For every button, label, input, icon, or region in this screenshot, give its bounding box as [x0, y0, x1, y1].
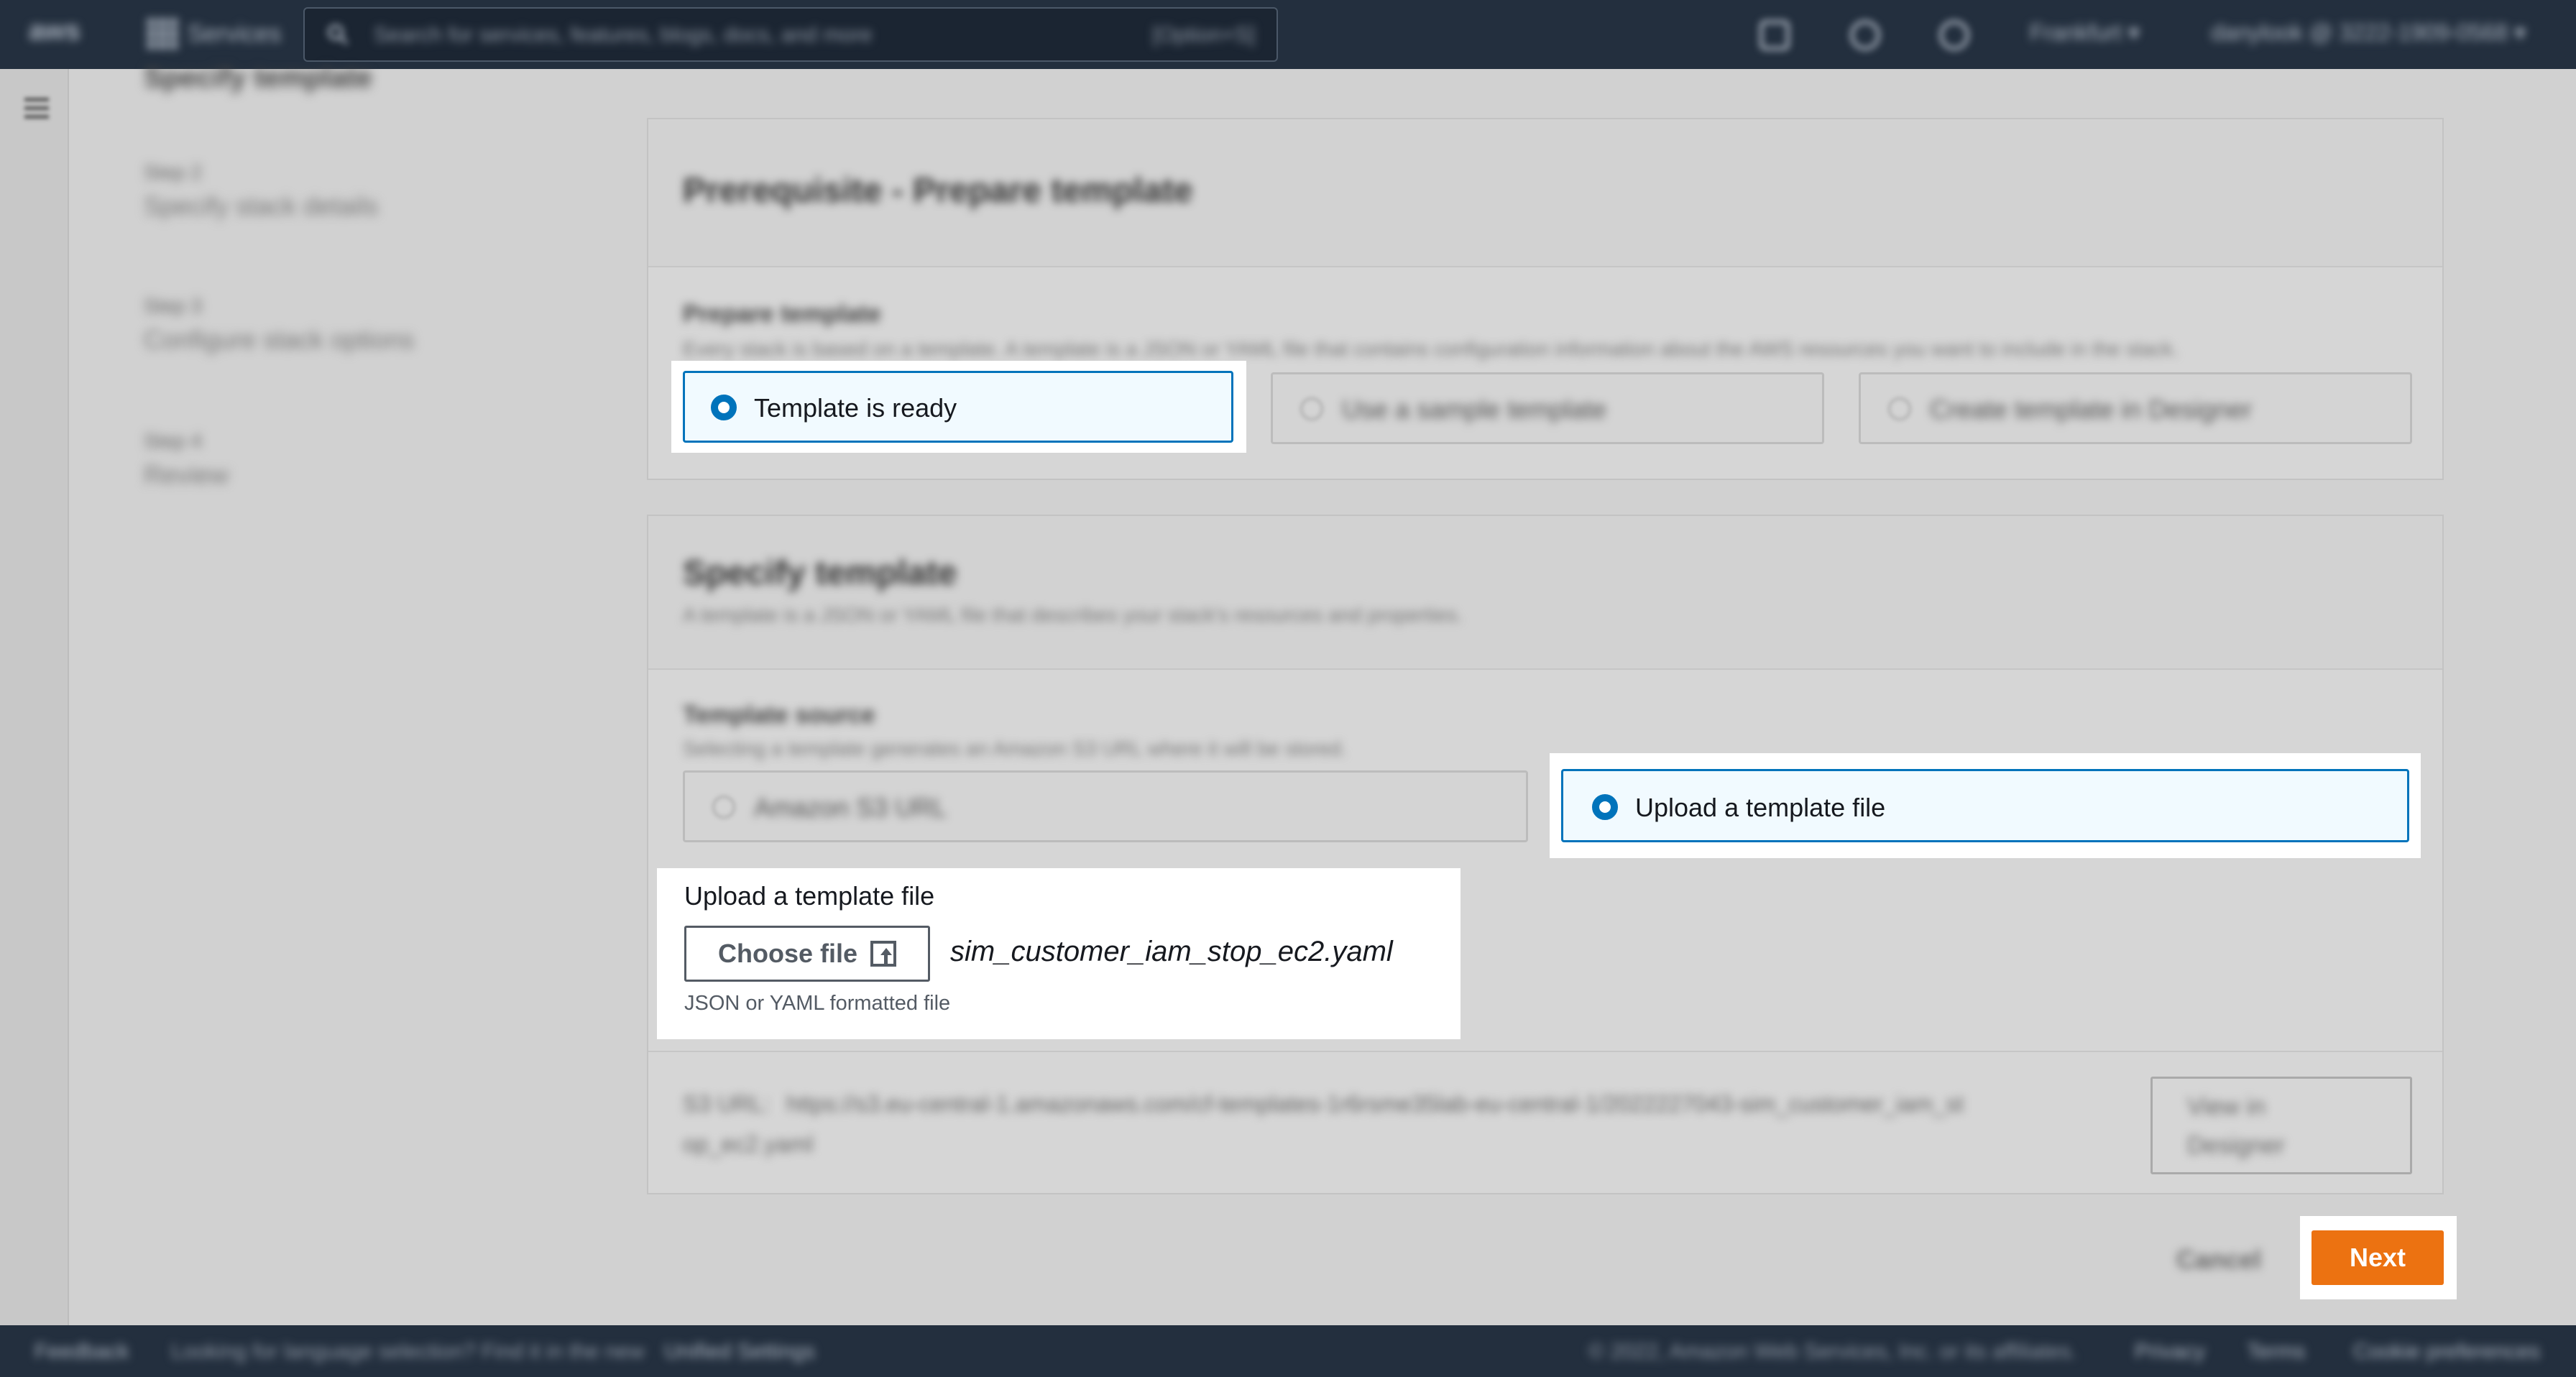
language-notice: Looking for language selection? Find it … — [171, 1340, 645, 1363]
prerequisite-title: Prerequisite - Prepare template — [683, 172, 1193, 210]
radio-icon — [712, 796, 735, 819]
cancel-button[interactable]: Cancel — [2176, 1245, 2261, 1275]
footer: Feedback Looking for language selection?… — [0, 1325, 2576, 1377]
wizard-step[interactable]: Step 2 Specify stack details — [144, 161, 378, 221]
divider — [648, 1051, 2442, 1052]
cloudshell-icon[interactable] — [1760, 20, 1790, 50]
upload-template-file-option[interactable]: Upload a template file — [1561, 769, 2409, 842]
highlight-upload-field: Upload a template file Choose file sim_c… — [657, 868, 1460, 1039]
aws-logo[interactable]: aws — [29, 16, 93, 53]
highlight-next: Next — [2300, 1216, 2457, 1299]
template-source-label: Template source — [683, 701, 875, 729]
wizard-step[interactable]: Step 3 Configure stack options — [144, 295, 414, 355]
prepare-template-label: Prepare template — [683, 300, 881, 328]
specify-template-title: Specify template — [683, 554, 957, 592]
template-source-description: Selecting a template generates an Amazon… — [683, 737, 1347, 760]
view-in-designer-button[interactable]: View in Designer — [2150, 1077, 2412, 1174]
help-icon[interactable] — [1939, 20, 1969, 50]
choose-file-button[interactable]: Choose file — [684, 926, 930, 982]
services-menu[interactable]: Services — [147, 19, 281, 49]
amazon-s3-url-option[interactable]: Amazon S3 URL — [683, 770, 1528, 842]
upload-file-label: Upload a template file — [684, 881, 935, 911]
template-is-ready-option[interactable]: Template is ready — [683, 371, 1233, 443]
notifications-bell-icon[interactable] — [1850, 20, 1880, 50]
current-step-title: Specify template — [144, 62, 372, 93]
upload-icon — [870, 941, 897, 967]
top-navigation: aws Services Search for services, featur… — [0, 0, 2576, 69]
file-format-hint: JSON or YAML formatted file — [684, 992, 951, 1015]
search-icon — [328, 24, 349, 45]
s3-url-line2: op_ec2.yaml — [683, 1131, 814, 1157]
wizard-step[interactable]: Step 4 Review — [144, 430, 229, 490]
s3-url-label: S3 URL: — [683, 1091, 770, 1117]
terms-link[interactable]: Terms — [2247, 1340, 2306, 1364]
radio-selected-icon — [1592, 794, 1618, 820]
side-navigation-strip — [0, 69, 69, 1325]
next-button[interactable]: Next — [2312, 1230, 2444, 1285]
use-sample-template-option[interactable]: Use a sample template — [1271, 372, 1824, 444]
highlight-template-is-ready: Template is ready — [671, 361, 1246, 453]
selected-filename: sim_customer_iam_stop_ec2.yaml — [950, 936, 1393, 967]
region-selector[interactable]: Frankfurt ▾ — [2030, 19, 2140, 46]
search-placeholder: Search for services, features, blogs, do… — [374, 23, 873, 47]
privacy-link[interactable]: Privacy — [2135, 1340, 2205, 1364]
create-in-designer-option[interactable]: Create template in Designer — [1859, 372, 2412, 444]
unified-settings-link[interactable]: Unified Settings — [664, 1340, 815, 1364]
services-label: Services — [188, 19, 282, 47]
specify-template-description: A template is a JSON or YAML file that d… — [683, 604, 1463, 626]
hamburger-menu-icon[interactable] — [24, 98, 49, 119]
prepare-template-description: Every stack is based on a template. A te… — [683, 338, 2179, 360]
copyright: © 2022, Amazon Web Services, Inc. or its… — [1588, 1340, 2077, 1363]
grid-icon — [147, 19, 178, 49]
s3-url-line1: https://s3.eu-central-1.amazonaws.com/cf… — [786, 1091, 1964, 1117]
search-shortcut: [Option+S] — [1152, 23, 1255, 47]
highlight-upload-option: Upload a template file — [1550, 753, 2421, 858]
radio-icon — [1888, 397, 1911, 420]
account-menu[interactable]: danylook @ 3222-1909-0568 ▾ — [2211, 19, 2526, 46]
radio-selected-icon — [711, 395, 737, 420]
feedback-link[interactable]: Feedback — [34, 1340, 129, 1364]
radio-icon — [1300, 397, 1323, 420]
search-input[interactable]: Search for services, features, blogs, do… — [303, 7, 1278, 62]
cookie-preferences-link[interactable]: Cookie preferences — [2353, 1340, 2540, 1364]
